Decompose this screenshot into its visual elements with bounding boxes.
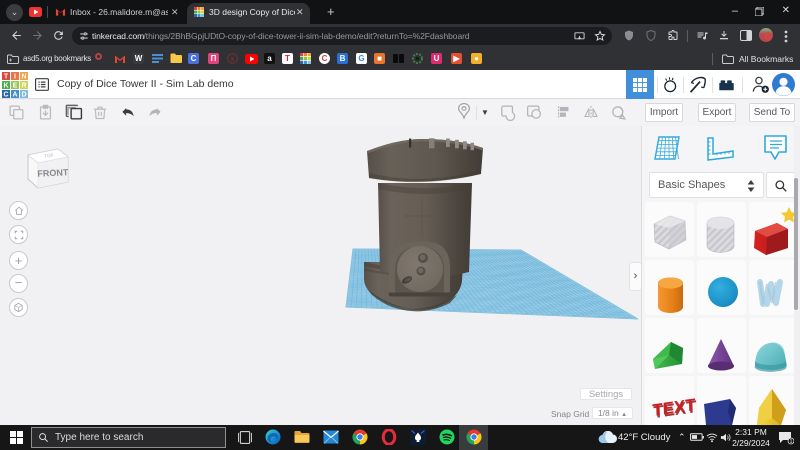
svg-text:TOP: TOP	[44, 153, 54, 159]
svg-text:FRONT: FRONT	[37, 167, 69, 179]
svg-text:1: 1	[790, 439, 793, 445]
